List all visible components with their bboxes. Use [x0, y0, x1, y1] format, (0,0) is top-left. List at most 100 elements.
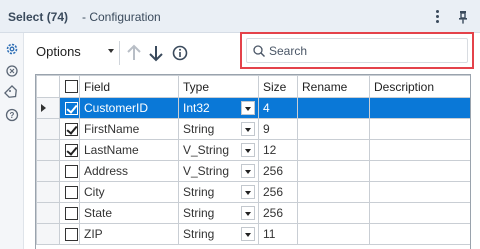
- description-cell[interactable]: [369, 181, 470, 203]
- type-value: String: [183, 122, 215, 136]
- rename-cell[interactable]: [297, 118, 370, 140]
- move-down-icon[interactable]: [146, 43, 166, 63]
- checkbox-cell[interactable]: [59, 202, 80, 224]
- description-cell[interactable]: [369, 202, 470, 224]
- type-dropdown-button[interactable]: [241, 143, 255, 157]
- description-cell[interactable]: [369, 160, 470, 182]
- checkbox-cell[interactable]: [59, 97, 80, 119]
- description-cell[interactable]: [369, 97, 470, 119]
- field-checkbox[interactable]: [65, 228, 78, 241]
- description-cell[interactable]: [369, 139, 470, 161]
- checkbox-cell[interactable]: [59, 223, 80, 245]
- field-checkbox[interactable]: [65, 186, 78, 199]
- left-icon-rail: ?: [0, 33, 24, 249]
- type-cell[interactable]: String: [178, 202, 259, 224]
- type-dropdown-button[interactable]: [241, 122, 255, 136]
- field-name-cell[interactable]: FirstName: [79, 118, 179, 140]
- field-checkbox[interactable]: [65, 207, 78, 220]
- type-cell[interactable]: String: [178, 223, 259, 245]
- type-cell[interactable]: V_String: [178, 139, 259, 161]
- size-cell[interactable]: 256: [258, 181, 298, 203]
- select-all-checkbox[interactable]: [65, 80, 78, 93]
- type-dropdown-button[interactable]: [241, 185, 255, 199]
- field-name-cell[interactable]: CustomerID: [79, 97, 179, 119]
- size-cell[interactable]: 256: [258, 160, 298, 182]
- rename-cell[interactable]: [297, 181, 370, 203]
- rename-cell[interactable]: [297, 139, 370, 161]
- checkbox-cell[interactable]: [59, 139, 80, 161]
- type-cell[interactable]: String: [178, 181, 259, 203]
- svg-text:?: ?: [10, 111, 15, 120]
- row-header[interactable]: [36, 97, 60, 119]
- type-dropdown-button[interactable]: [241, 206, 255, 220]
- description-cell[interactable]: [369, 118, 470, 140]
- size-cell[interactable]: 4: [258, 97, 298, 119]
- annotation-icon[interactable]: [4, 63, 20, 79]
- size-cell[interactable]: 11: [258, 223, 298, 245]
- field-checkbox[interactable]: [65, 165, 78, 178]
- column-header-type[interactable]: Type: [178, 75, 259, 98]
- tag-icon[interactable]: [4, 85, 20, 101]
- field-checkbox[interactable]: [65, 144, 78, 157]
- type-value: Int32: [183, 101, 210, 115]
- search-input[interactable]: [269, 43, 459, 59]
- table-row[interactable]: City String 256: [36, 181, 470, 203]
- table-row[interactable]: ZIP String 11: [36, 223, 470, 245]
- type-dropdown-button[interactable]: [241, 101, 255, 115]
- row-header[interactable]: [36, 139, 60, 161]
- window-title: Select (74): [8, 10, 69, 24]
- column-header-field[interactable]: Field: [79, 75, 179, 98]
- row-header[interactable]: [36, 118, 60, 140]
- description-cell[interactable]: [369, 223, 470, 245]
- table-row[interactable]: Address V_String 256: [36, 160, 470, 182]
- type-value: V_String: [183, 164, 230, 178]
- field-name-cell[interactable]: City: [79, 181, 179, 203]
- kebab-menu-icon[interactable]: [432, 8, 442, 26]
- table-row[interactable]: FirstName String 9: [36, 118, 470, 140]
- size-cell[interactable]: 256: [258, 202, 298, 224]
- pin-icon[interactable]: [454, 8, 472, 26]
- size-cell[interactable]: 12: [258, 139, 298, 161]
- table-row[interactable]: State String 256: [36, 202, 470, 224]
- column-header-rename[interactable]: Rename: [297, 75, 370, 98]
- field-table: Field Type Size Rename Description Custo…: [36, 75, 470, 245]
- checkbox-cell[interactable]: [59, 160, 80, 182]
- size-cell[interactable]: 9: [258, 118, 298, 140]
- row-header[interactable]: [36, 181, 60, 203]
- select-all-checkbox-cell[interactable]: [59, 75, 80, 98]
- rename-cell[interactable]: [297, 223, 370, 245]
- field-name-cell[interactable]: ZIP: [79, 223, 179, 245]
- chevron-down-icon[interactable]: [108, 49, 114, 53]
- type-dropdown-button[interactable]: [241, 227, 255, 241]
- field-name-cell[interactable]: Address: [79, 160, 179, 182]
- title-bar: Select (74) - Configuration: [0, 0, 480, 33]
- checkbox-cell[interactable]: [59, 181, 80, 203]
- window-subtitle: - Configuration: [82, 10, 161, 24]
- rename-cell[interactable]: [297, 202, 370, 224]
- row-header[interactable]: [36, 223, 60, 245]
- field-checkbox[interactable]: [65, 102, 78, 115]
- info-icon[interactable]: [170, 43, 190, 63]
- gear-icon[interactable]: [4, 41, 20, 57]
- search-box[interactable]: [246, 38, 468, 63]
- type-value: V_String: [183, 143, 230, 157]
- options-menu[interactable]: Options: [36, 44, 81, 59]
- column-header-description[interactable]: Description: [369, 75, 470, 98]
- move-up-icon[interactable]: [124, 43, 144, 63]
- rename-cell[interactable]: [297, 97, 370, 119]
- field-name-cell[interactable]: State: [79, 202, 179, 224]
- field-checkbox[interactable]: [65, 123, 78, 136]
- type-dropdown-button[interactable]: [241, 164, 255, 178]
- table-row[interactable]: CustomerID Int32 4: [36, 97, 470, 119]
- field-name-cell[interactable]: LastName: [79, 139, 179, 161]
- table-row[interactable]: LastName V_String 12: [36, 139, 470, 161]
- help-icon[interactable]: ?: [4, 107, 20, 123]
- row-header[interactable]: [36, 202, 60, 224]
- type-cell[interactable]: V_String: [178, 160, 259, 182]
- type-cell[interactable]: String: [178, 118, 259, 140]
- type-cell[interactable]: Int32: [178, 97, 259, 119]
- checkbox-cell[interactable]: [59, 118, 80, 140]
- row-header[interactable]: [36, 160, 60, 182]
- rename-cell[interactable]: [297, 160, 370, 182]
- column-header-size[interactable]: Size: [258, 75, 298, 98]
